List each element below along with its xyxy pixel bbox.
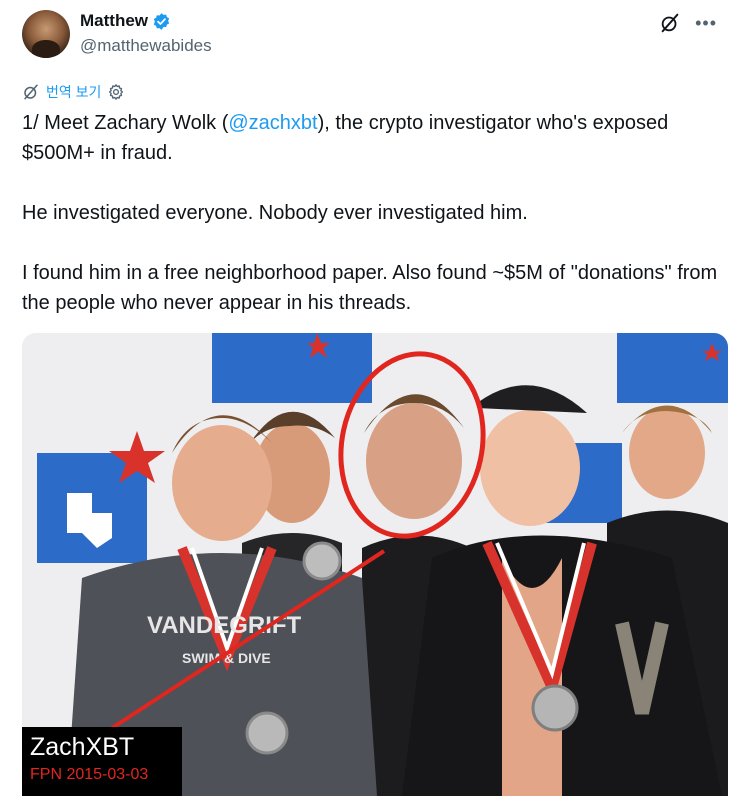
banner-logo xyxy=(212,333,372,403)
more-icon[interactable]: ••• xyxy=(695,12,717,34)
banner-logo xyxy=(617,333,728,403)
translate-row[interactable]: 번역 보기 xyxy=(22,82,125,102)
author-handle[interactable]: @matthewabides xyxy=(80,36,212,56)
verified-badge-icon xyxy=(153,12,170,30)
mention-link[interactable]: @zachxbt xyxy=(228,112,317,134)
tweet-paragraph-3: I found him in a free neighborhood paper… xyxy=(22,262,718,314)
tweet-text-segment: 1/ Meet Zachary Wolk ( xyxy=(22,112,229,134)
author-avatar[interactable] xyxy=(22,10,70,58)
caption-date: FPN 2015-03-03 xyxy=(30,766,149,783)
tweet-paragraph-1: 1/ Meet Zachary Wolk (@zachxbt), the cry… xyxy=(22,108,722,168)
author-name[interactable]: Matthew xyxy=(80,11,148,31)
tweet-paragraph-2: He investigated everyone. Nobody ever in… xyxy=(22,202,528,224)
author-name-row[interactable]: Matthew xyxy=(80,11,171,31)
translate-icon xyxy=(24,84,38,100)
grok-icon[interactable] xyxy=(659,12,681,34)
jacket-text-1: VANDEGRIFT xyxy=(147,612,302,639)
gear-icon[interactable] xyxy=(107,83,125,101)
tweet-text: 1/ Meet Zachary Wolk (@zachxbt), the cry… xyxy=(22,108,722,318)
caption-title: ZachXBT xyxy=(30,733,135,761)
translate-link[interactable]: 번역 보기 xyxy=(46,82,101,102)
